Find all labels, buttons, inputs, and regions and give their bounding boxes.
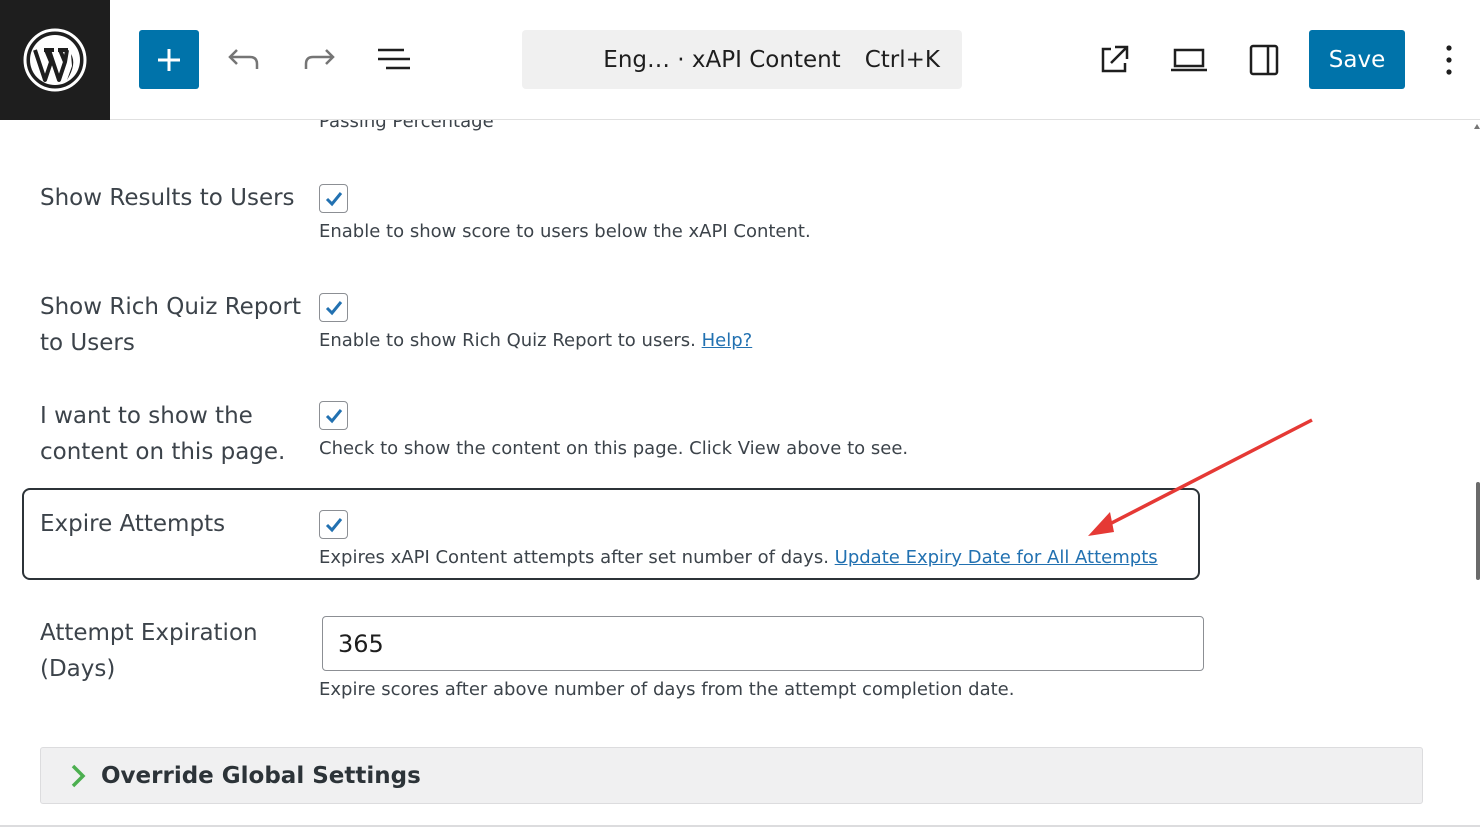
wordpress-logo-icon bbox=[23, 28, 87, 92]
save-button[interactable]: Save bbox=[1309, 30, 1405, 89]
scroll-up-icon[interactable] bbox=[1474, 120, 1480, 132]
add-block-button[interactable] bbox=[139, 30, 199, 89]
divider bbox=[0, 825, 1480, 827]
view-post-button[interactable] bbox=[1092, 38, 1136, 82]
override-global-settings-title: Override Global Settings bbox=[101, 762, 421, 789]
sidebar-toggle-icon bbox=[1249, 44, 1279, 76]
rich-quiz-report-checkbox[interactable] bbox=[319, 293, 348, 322]
more-vertical-icon bbox=[1446, 45, 1452, 75]
external-link-icon bbox=[1101, 45, 1129, 73]
document-overview-button[interactable] bbox=[372, 38, 416, 82]
scrollbar-thumb[interactable] bbox=[1476, 482, 1480, 580]
options-menu-button[interactable] bbox=[1427, 38, 1471, 82]
attempt-expiration-description: Expire scores after above number of days… bbox=[319, 679, 1015, 700]
expire-attempts-checkbox[interactable] bbox=[319, 510, 348, 539]
checkmark-icon bbox=[325, 191, 342, 206]
undo-button[interactable] bbox=[222, 38, 266, 82]
checkmark-icon bbox=[325, 517, 342, 532]
show-content-checkbox[interactable] bbox=[319, 401, 348, 430]
editor-top-toolbar: Eng… · xAPI Content Ctrl+K Save bbox=[0, 0, 1480, 120]
attempt-expiration-input[interactable]: 365 bbox=[322, 616, 1204, 671]
keyboard-shortcut: Ctrl+K bbox=[864, 46, 940, 73]
update-expiry-link[interactable]: Update Expiry Date for All Attempts bbox=[835, 547, 1158, 568]
checkmark-icon bbox=[325, 300, 342, 315]
show-content-description: Check to show the content on this page. … bbox=[319, 438, 909, 459]
expire-attempts-description: Expires xAPI Content attempts after set … bbox=[319, 547, 1158, 568]
rich-quiz-report-description: Enable to show Rich Quiz Report to users… bbox=[319, 330, 753, 351]
command-center-button[interactable]: Eng… · xAPI Content Ctrl+K bbox=[522, 30, 962, 89]
show-results-checkbox[interactable] bbox=[319, 184, 348, 213]
redo-icon bbox=[304, 49, 335, 69]
override-global-settings-toggle[interactable]: Override Global Settings bbox=[40, 747, 1423, 804]
expire-attempts-label: Expire Attempts bbox=[40, 511, 226, 537]
rich-quiz-report-label: Show Rich Quiz Report to Users bbox=[40, 294, 301, 356]
attempt-expiration-label: Attempt Expiration (Days) bbox=[40, 620, 258, 682]
annotation-arrow bbox=[1088, 418, 1313, 536]
desktop-preview-icon bbox=[1171, 48, 1207, 72]
list-view-icon bbox=[378, 48, 410, 70]
show-content-label: I want to show the content on this page. bbox=[40, 403, 286, 465]
undo-icon bbox=[228, 49, 259, 69]
wordpress-logo-button[interactable] bbox=[0, 0, 110, 120]
show-results-label: Show Results to Users bbox=[40, 185, 295, 211]
redo-button[interactable] bbox=[297, 38, 341, 82]
preview-button[interactable] bbox=[1167, 38, 1211, 82]
document-title: Eng… · xAPI Content bbox=[603, 46, 841, 73]
attempt-expiration-value: 365 bbox=[338, 629, 384, 658]
checkmark-icon bbox=[325, 408, 342, 423]
settings-sidebar-button[interactable] bbox=[1242, 38, 1286, 82]
plus-icon bbox=[158, 48, 180, 71]
show-results-description: Enable to show score to users below the … bbox=[319, 221, 811, 242]
chevron-right-icon bbox=[71, 764, 86, 787]
help-link[interactable]: Help? bbox=[702, 330, 753, 351]
settings-panel: Passing Percentage Show Results to Users… bbox=[0, 120, 1480, 833]
passing-percentage-label: Passing Percentage bbox=[319, 120, 494, 132]
